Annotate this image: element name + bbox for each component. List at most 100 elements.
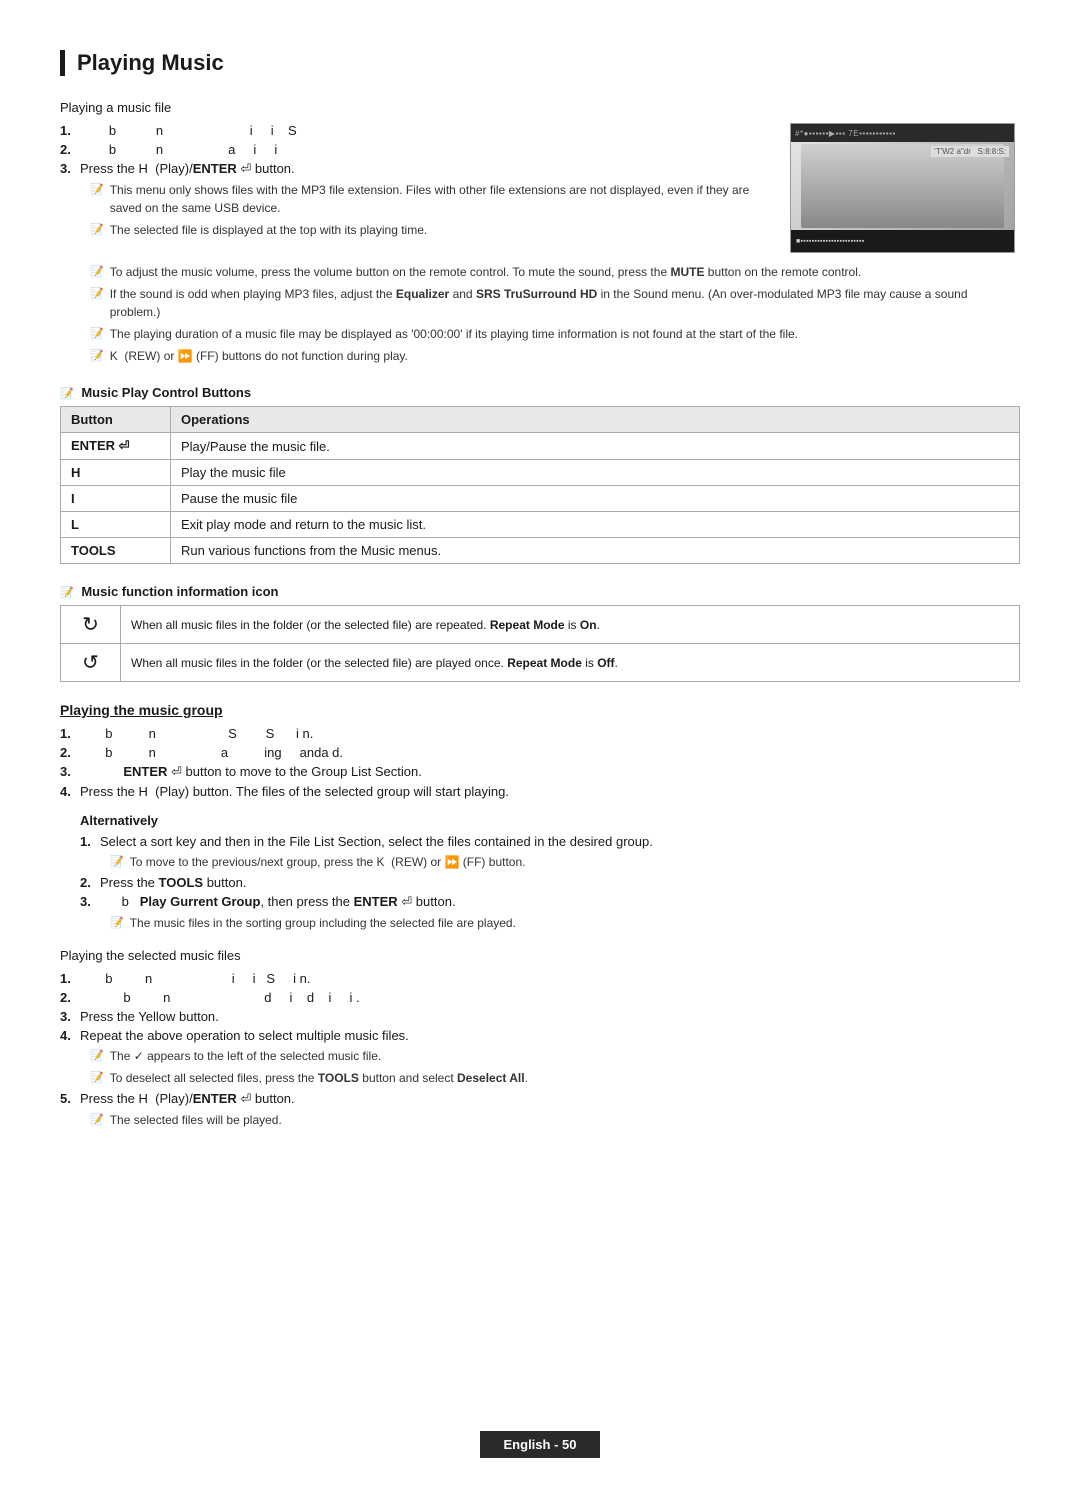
sel-step-4-num: 4. <box>60 1028 80 1043</box>
sel-note-3-text: The selected files will be played. <box>110 1111 282 1129</box>
op-h: Play the music file <box>171 460 1020 486</box>
sel-step-5: 5. Press the H (Play)/ENTER ⏎ button. <box>60 1091 1020 1107</box>
tv-screenshot: #*●▪▪▪▪▪▪▶▪▪▪ 7E▪▪▪▪▪▪▪▪▪▪▪ 'T'W2 a"dr S… <box>790 123 1015 253</box>
sel-step-2-num: 2. <box>60 990 80 1005</box>
group-step-1-num: 1. <box>60 726 80 741</box>
step-1-text: b n i i S <box>80 123 297 138</box>
note-text-6: K (REW) or ⏩ (FF) buttons do not functio… <box>110 347 408 365</box>
note-icon-control: 📝 <box>60 388 74 400</box>
sel-step-4-text: Repeat the above operation to select mul… <box>80 1028 409 1043</box>
alt-step-2: 2. Press the TOOLS button. <box>80 875 1020 890</box>
tv-top-bar: #*●▪▪▪▪▪▪▶▪▪▪ 7E▪▪▪▪▪▪▪▪▪▪▪ <box>791 124 1014 142</box>
alt-note-1-text: To move to the previous/next group, pres… <box>130 853 526 871</box>
alt-step-1: 1. Select a sort key and then in the Fil… <box>80 834 1020 849</box>
sel-step-2-text: b n d i d i i . <box>80 990 360 1005</box>
music-function-header-text: Music function information icon <box>81 584 278 599</box>
footer-badge: English - 50 <box>480 1431 601 1458</box>
playing-a-music-file-section: Playing a music file 1. b n i i S 2. b n <box>60 100 1020 365</box>
note-5: 📝 The playing duration of a music file m… <box>90 325 1020 343</box>
btn-l: L <box>61 512 171 538</box>
note-2: 📝 The selected file is displayed at the … <box>90 221 770 239</box>
group-step-2-text: b n a ing anda d. <box>80 745 343 760</box>
note-icon-5: 📝 <box>90 326 104 343</box>
step-3-text: Press the H (Play)/ENTER ⏎ button. <box>80 161 295 177</box>
note-icon-2: 📝 <box>90 222 104 239</box>
note-6: 📝 K (REW) or ⏩ (FF) buttons do not funct… <box>90 347 1020 365</box>
playing-selected-music-files-section: Playing the selected music files 1. b n … <box>60 948 1020 1129</box>
table-row: L Exit play mode and return to the music… <box>61 512 1020 538</box>
tv-bottom-bar-text: ■▪▪▪▪▪▪▪▪▪▪▪▪▪▪▪▪▪▪▪▪▪▪▪ <box>796 238 865 245</box>
group-step-4: 4. Press the H (Play) button. The files … <box>60 784 1020 799</box>
music-control-header: 📝 Music Play Control Buttons <box>60 385 1020 400</box>
step-2-num: 2. <box>60 142 80 157</box>
btn-enter: ENTER ⏎ <box>61 433 171 460</box>
group-step-3-text: ENTER ⏎ button to move to the Group List… <box>80 764 422 780</box>
alt-note-2: 📝 The music files in the sorting group i… <box>110 914 1020 932</box>
col-operations: Operations <box>171 407 1020 433</box>
alt-step-2-num: 2. <box>80 875 100 890</box>
table-row: I Pause the music file <box>61 486 1020 512</box>
playing-group-title: Playing the music group <box>60 702 1020 718</box>
note-icon-alt-1: 📝 <box>110 854 124 871</box>
group-step-3-num: 3. <box>60 764 80 779</box>
icon-loop-off-text: When all music files in the folder (or t… <box>121 644 1020 682</box>
alt-note-2-text: The music files in the sorting group inc… <box>130 914 516 932</box>
control-table: Button Operations ENTER ⏎ Play/Pause the… <box>60 406 1020 564</box>
table-row: H Play the music file <box>61 460 1020 486</box>
group-step-1: 1. b n S S i n. <box>60 726 1020 741</box>
icon-loop-on: ↻ <box>61 606 121 644</box>
note-icon-3: 📝 <box>90 264 104 281</box>
note-text-3: To adjust the music volume, press the vo… <box>110 263 862 281</box>
note-text-5: The playing duration of a music file may… <box>110 325 798 343</box>
op-enter: Play/Pause the music file. <box>171 433 1020 460</box>
note-icon-1: 📝 <box>90 182 104 199</box>
sel-step-3: 3. Press the Yellow button. <box>60 1009 1020 1024</box>
note-icon-4: 📝 <box>90 286 104 303</box>
step-1: 1. b n i i S <box>60 123 770 138</box>
alt-step-1-num: 1. <box>80 834 100 849</box>
sel-step-5-text: Press the H (Play)/ENTER ⏎ button. <box>80 1091 295 1107</box>
music-control-header-text: Music Play Control Buttons <box>81 385 251 400</box>
note-text-4: If the sound is odd when playing MP3 fil… <box>110 285 1020 321</box>
group-step-4-text: Press the H (Play) button. The files of … <box>80 784 509 799</box>
sel-note-3: 📝 The selected files will be played. <box>90 1111 1020 1129</box>
group-step-1-text: b n S S i n. <box>80 726 313 741</box>
note-4: 📝 If the sound is odd when playing MP3 f… <box>90 285 1020 321</box>
icon-loop-off: ↺ <box>61 644 121 682</box>
icon-table-row-2: ↺ When all music files in the folder (or… <box>61 644 1020 682</box>
note-3: 📝 To adjust the music volume, press the … <box>90 263 1020 281</box>
alt-step-1-text: Select a sort key and then in the File L… <box>100 834 653 849</box>
note-text-1: This menu only shows files with the MP3 … <box>110 181 770 217</box>
alt-step-2-text: Press the TOOLS button. <box>100 875 246 890</box>
sel-note-1-text: The ✓ appears to the left of the selecte… <box>110 1047 382 1065</box>
alt-step-3: 3. b Play Gurrent Group, then press the … <box>80 894 1020 910</box>
col-button: Button <box>61 407 171 433</box>
icon-loop-on-text: When all music files in the folder (or t… <box>121 606 1020 644</box>
sel-step-1: 1. b n i i S i n. <box>60 971 1020 986</box>
page-title: Playing Music <box>60 50 1020 76</box>
control-table-header-row: Button Operations <box>61 407 1020 433</box>
sel-step-4: 4. Repeat the above operation to select … <box>60 1028 1020 1043</box>
tv-top-bar-text: #*●▪▪▪▪▪▪▶▪▪▪ 7E▪▪▪▪▪▪▪▪▪▪▪ <box>795 129 896 138</box>
op-i: Pause the music file <box>171 486 1020 512</box>
sel-step-3-num: 3. <box>60 1009 80 1024</box>
step-2-text: b n a i i <box>80 142 277 157</box>
note-icon-func: 📝 <box>60 587 74 599</box>
sel-step-3-text: Press the Yellow button. <box>80 1009 219 1024</box>
table-row: ENTER ⏎ Play/Pause the music file. <box>61 433 1020 460</box>
note-icon-sel-2: 📝 <box>90 1070 104 1087</box>
note-icon-sel-3: 📝 <box>90 1112 104 1129</box>
btn-i: I <box>61 486 171 512</box>
sel-step-5-num: 5. <box>60 1091 80 1106</box>
sel-note-2: 📝 To deselect all selected files, press … <box>90 1069 1020 1087</box>
sel-note-2-text: To deselect all selected files, press th… <box>110 1069 528 1087</box>
music-function-icon-section: 📝 Music function information icon ↻ When… <box>60 584 1020 682</box>
btn-h: H <box>61 460 171 486</box>
group-step-2-num: 2. <box>60 745 80 760</box>
sel-step-1-text: b n i i S i n. <box>80 971 310 986</box>
sel-step-1-num: 1. <box>60 971 80 986</box>
alt-step-3-num: 3. <box>80 894 100 909</box>
icon-table: ↻ When all music files in the folder (or… <box>60 605 1020 682</box>
sel-step-2: 2. b n d i d i i . <box>60 990 1020 1005</box>
op-tools: Run various functions from the Music men… <box>171 538 1020 564</box>
